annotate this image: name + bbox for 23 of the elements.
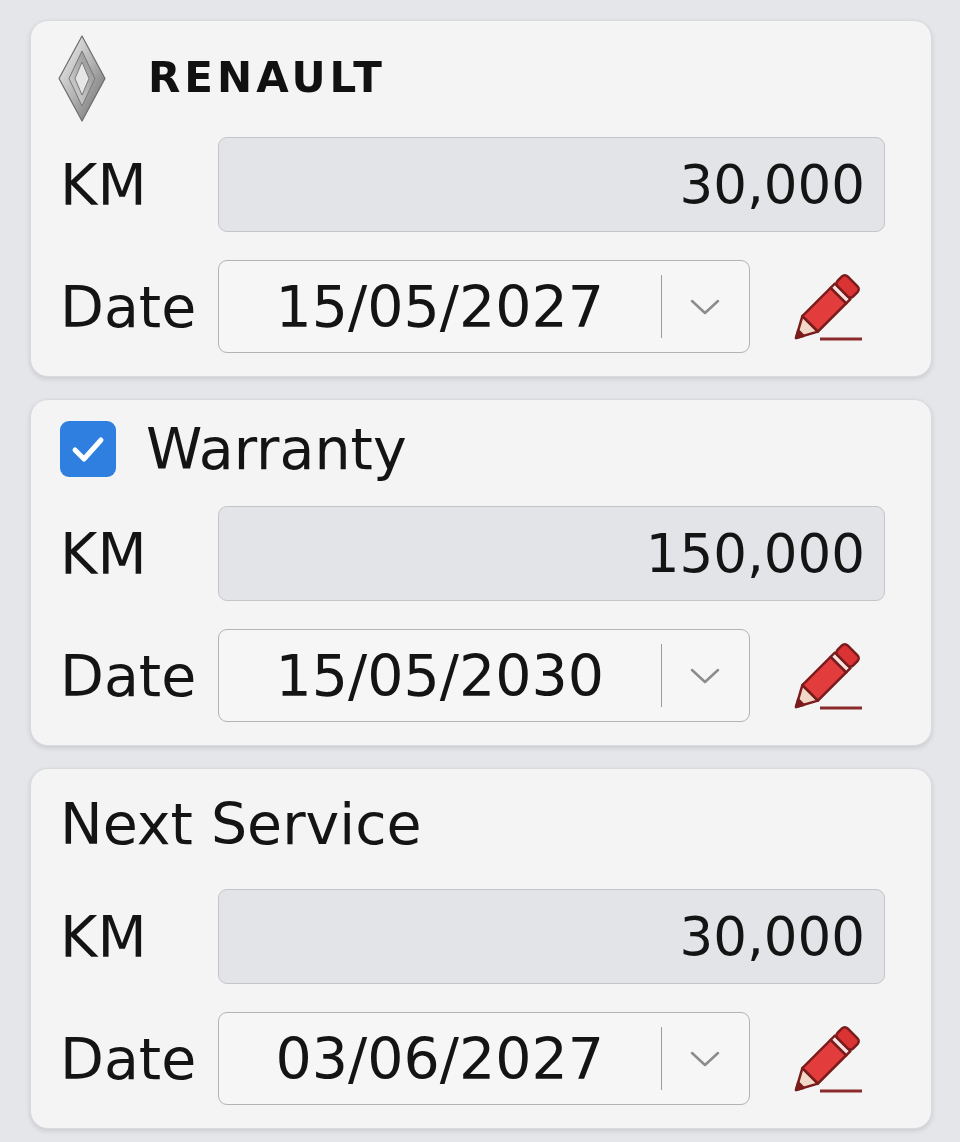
km-field[interactable]: 30,000 (218, 137, 885, 232)
pencil-icon[interactable] (793, 271, 864, 342)
field-label: KM (60, 520, 147, 587)
chevron-down-icon (690, 667, 720, 684)
km-field[interactable]: 30,000 (218, 889, 885, 984)
pencil-icon[interactable] (793, 1023, 864, 1094)
field-label: KM (60, 903, 147, 970)
section-title: Next Service (60, 791, 422, 857)
checkbox-label: Warranty (146, 416, 407, 482)
field-label: KM (60, 151, 147, 218)
field-label: Date (60, 642, 197, 709)
chevron-down-icon (690, 1050, 720, 1067)
km-field[interactable]: 150,000 (218, 506, 885, 601)
field-label: Date (60, 273, 197, 340)
date-dropdown[interactable]: 03/06/2027 (218, 1012, 750, 1105)
field-label: Date (60, 1025, 197, 1092)
chevron-down-icon (690, 298, 720, 315)
date-dropdown[interactable]: 15/05/2027 (218, 260, 750, 353)
brand-name: RENAULT (148, 55, 386, 102)
pencil-icon[interactable] (793, 640, 864, 711)
checkbox[interactable] (60, 421, 116, 477)
date-dropdown[interactable]: 15/05/2030 (218, 629, 750, 722)
diamond-logo-icon (58, 35, 106, 122)
